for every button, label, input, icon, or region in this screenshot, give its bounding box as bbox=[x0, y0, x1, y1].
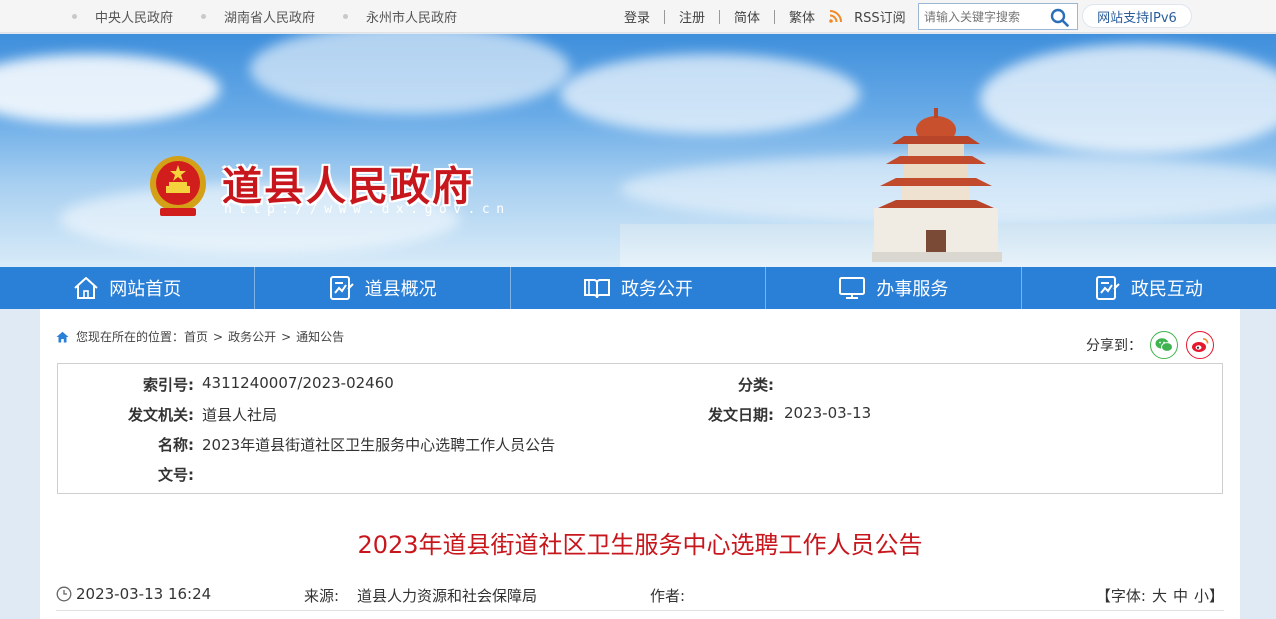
document-chart-icon bbox=[1095, 276, 1120, 300]
breadcrumb-separator: > bbox=[213, 329, 224, 344]
content-panel: 您现在所在的位置： 首页 > 政务公开 > 通知公告 分享到： 索引号: 431… bbox=[40, 309, 1240, 619]
rss-link[interactable]: RSS订阅 bbox=[829, 7, 906, 26]
category-label: 分类: bbox=[738, 376, 774, 394]
name-value: 2023年道县街道社区卫生服务中心选聘工作人员公告 bbox=[202, 436, 556, 454]
share-wechat-button[interactable] bbox=[1150, 331, 1178, 359]
gov-link-label: 湖南省人民政府 bbox=[224, 11, 316, 26]
issuer-value: 道县人社局 bbox=[202, 406, 278, 424]
author-label: 作者: bbox=[650, 587, 686, 605]
breadcrumb-prefix: 您现在所在的位置： bbox=[76, 330, 185, 344]
rss-label: RSS订阅 bbox=[854, 11, 906, 26]
home-icon bbox=[74, 277, 98, 299]
gov-link-hunan[interactable]: 湖南省人民政府 bbox=[201, 7, 315, 26]
search-box bbox=[918, 3, 1078, 30]
national-emblem-icon bbox=[150, 156, 206, 216]
source-label: 来源: bbox=[304, 587, 340, 605]
nav-item-services[interactable]: 办事服务 bbox=[766, 267, 1022, 309]
name-label: 名称: bbox=[158, 436, 194, 454]
nav-label: 道县概况 bbox=[364, 279, 437, 300]
divider bbox=[56, 610, 1224, 611]
date-value: 2023-03-13 bbox=[784, 404, 872, 422]
wechat-icon bbox=[1155, 338, 1173, 352]
publish-time: 2023-03-13 16:24 bbox=[76, 585, 212, 603]
font-medium-button[interactable]: 中 bbox=[1173, 585, 1188, 606]
divider bbox=[774, 9, 776, 24]
nav-item-interaction[interactable]: 政民互动 bbox=[1022, 267, 1276, 309]
bullet-icon bbox=[343, 14, 349, 19]
docno-label: 文号: bbox=[158, 466, 194, 484]
issuer-label: 发文机关: bbox=[128, 406, 194, 424]
nav-item-home[interactable]: 网站首页 bbox=[0, 267, 256, 309]
rss-icon bbox=[829, 10, 843, 23]
search-button[interactable] bbox=[1050, 8, 1069, 31]
pavilion-tower-icon bbox=[872, 108, 1002, 262]
divider bbox=[719, 9, 721, 24]
clock-icon bbox=[56, 586, 72, 602]
nav-item-gov-affairs[interactable]: 政务公开 bbox=[511, 267, 767, 309]
font-large-button[interactable]: 大 bbox=[1152, 585, 1167, 606]
breadcrumb: 您现在所在的位置： 首页 > 政务公开 > 通知公告 bbox=[56, 328, 344, 345]
share-bar: 分享到： bbox=[1086, 331, 1214, 359]
header-banner: 道县人民政府 http://www.dx.gov.cn bbox=[0, 34, 1276, 267]
date-label: 发文日期: bbox=[708, 406, 774, 424]
nav-label: 网站首页 bbox=[109, 279, 182, 300]
nav-label: 政民互动 bbox=[1130, 279, 1203, 300]
share-label: 分享到： bbox=[1086, 338, 1142, 354]
article-title: 2023年道县街道社区卫生服务中心选聘工作人员公告 bbox=[357, 531, 923, 559]
font-size-label: 【字体: bbox=[1095, 587, 1146, 605]
open-book-icon bbox=[584, 279, 611, 299]
bullet-icon bbox=[201, 14, 207, 19]
gov-link-central[interactable]: 中央人民政府 bbox=[72, 7, 173, 26]
register-link[interactable]: 注册 bbox=[679, 7, 705, 26]
ipv6-badge: 网站支持IPv6 bbox=[1082, 4, 1192, 28]
source-value: 道县人力资源和社会保障局 bbox=[357, 587, 538, 605]
font-size-control: 【字体: 大 中 小 】 bbox=[1096, 585, 1224, 606]
share-weibo-button[interactable] bbox=[1186, 331, 1214, 359]
top-actions: 登录 注册 简体 繁体 RSS订阅 bbox=[624, 7, 906, 26]
gov-link-label: 中央人民政府 bbox=[95, 11, 174, 26]
gov-links: 中央人民政府 湖南省人民政府 永州市人民政府 bbox=[72, 7, 485, 26]
breadcrumb-separator: > bbox=[281, 329, 292, 344]
nav-item-overview[interactable]: 道县概况 bbox=[255, 267, 511, 309]
nav-label: 政务公开 bbox=[621, 279, 694, 300]
font-size-close: 】 bbox=[1208, 587, 1224, 605]
search-icon bbox=[1050, 8, 1069, 27]
login-link[interactable]: 登录 bbox=[624, 7, 650, 26]
document-metadata: 索引号: 4311240007/2023-02460 分类: 发文机关: 道县人… bbox=[57, 363, 1223, 494]
simplified-link[interactable]: 简体 bbox=[734, 7, 760, 26]
index-label: 索引号: bbox=[143, 376, 194, 394]
bullet-icon bbox=[72, 14, 77, 19]
weibo-icon bbox=[1192, 338, 1209, 352]
breadcrumb-gov-affairs[interactable]: 政务公开 bbox=[228, 328, 276, 345]
top-bar: 中央人民政府 湖南省人民政府 永州市人民政府 登录 注册 简体 繁体 RSS订阅… bbox=[0, 0, 1276, 33]
breadcrumb-home[interactable]: 首页 bbox=[184, 328, 208, 345]
home-icon bbox=[56, 331, 69, 342]
main-nav: 网站首页 道县概况 政务公开 办事服务 政民互动 bbox=[0, 267, 1276, 309]
index-value: 4311240007/2023-02460 bbox=[202, 374, 394, 392]
search-input[interactable] bbox=[919, 4, 1043, 29]
traditional-link[interactable]: 繁体 bbox=[789, 7, 815, 26]
breadcrumb-notices[interactable]: 通知公告 bbox=[296, 328, 344, 345]
nav-label: 办事服务 bbox=[876, 279, 949, 300]
monitor-icon bbox=[839, 277, 866, 299]
font-small-button[interactable]: 小 bbox=[1194, 585, 1209, 606]
gov-link-label: 永州市人民政府 bbox=[366, 11, 458, 26]
document-chart-icon bbox=[329, 276, 354, 300]
gov-link-yongzhou[interactable]: 永州市人民政府 bbox=[343, 7, 457, 26]
divider bbox=[664, 9, 666, 24]
site-url: http://www.dx.gov.cn bbox=[224, 202, 511, 217]
